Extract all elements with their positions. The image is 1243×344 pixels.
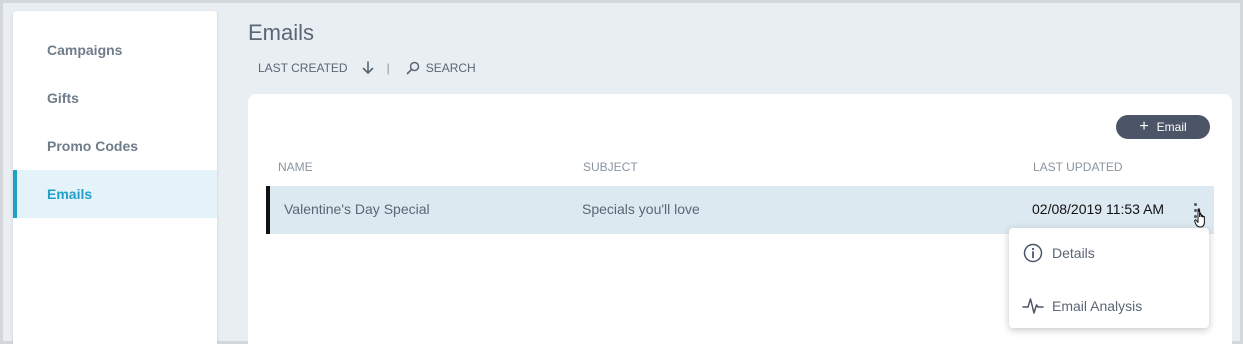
sidebar-item-promo-codes[interactable]: Promo Codes (13, 122, 217, 170)
email-name: Valentine's Day Special (284, 201, 430, 217)
search-label: SEARCH (425, 61, 476, 75)
page-title: Emails (248, 20, 315, 45)
sidebar-item-label: Promo Codes (47, 138, 139, 154)
sort-button[interactable]: LAST CREATED (258, 61, 348, 75)
sidebar-item-label: Campaigns (47, 42, 123, 58)
menu-item-label: Details (1052, 245, 1095, 261)
row-actions-menu: Details Email Analysis (1009, 228, 1209, 328)
menu-item-label: Email Analysis (1052, 298, 1143, 314)
sidebar-item-label: Emails (47, 186, 93, 202)
sidebar: Campaigns Gifts Promo Codes Emails (13, 11, 217, 344)
email-subject: Specials you'll love (582, 201, 700, 217)
list-toolbar: LAST CREATED | SEARCH (258, 60, 476, 76)
menu-item-details[interactable]: Details (1009, 233, 1209, 273)
sidebar-item-gifts[interactable]: Gifts (13, 74, 217, 122)
arrow-down-icon[interactable] (362, 61, 374, 75)
add-email-label: Email (1156, 120, 1187, 134)
sidebar-item-campaigns[interactable]: Campaigns (13, 26, 217, 74)
info-icon (1022, 242, 1044, 264)
sidebar-item-label: Gifts (47, 90, 79, 106)
add-email-button[interactable]: + Email (1116, 115, 1210, 139)
plus-icon: + (1139, 118, 1149, 135)
column-header-last-updated[interactable]: LAST UPDATED (1033, 160, 1123, 174)
search-icon (406, 61, 419, 75)
pulse-icon (1022, 295, 1044, 317)
toolbar-divider: | (386, 61, 390, 75)
table-row[interactable]: Valentine's Day Special Specials you'll … (266, 186, 1214, 234)
sidebar-item-emails[interactable]: Emails (13, 170, 217, 218)
email-last-updated: 02/08/2019 11:53 AM (1032, 201, 1165, 217)
search-button[interactable]: SEARCH (406, 61, 476, 75)
more-vertical-icon[interactable] (1188, 200, 1202, 220)
column-header-name[interactable]: NAME (278, 160, 313, 174)
menu-item-email-analysis[interactable]: Email Analysis (1009, 286, 1209, 326)
column-header-subject[interactable]: SUBJECT (583, 160, 638, 174)
